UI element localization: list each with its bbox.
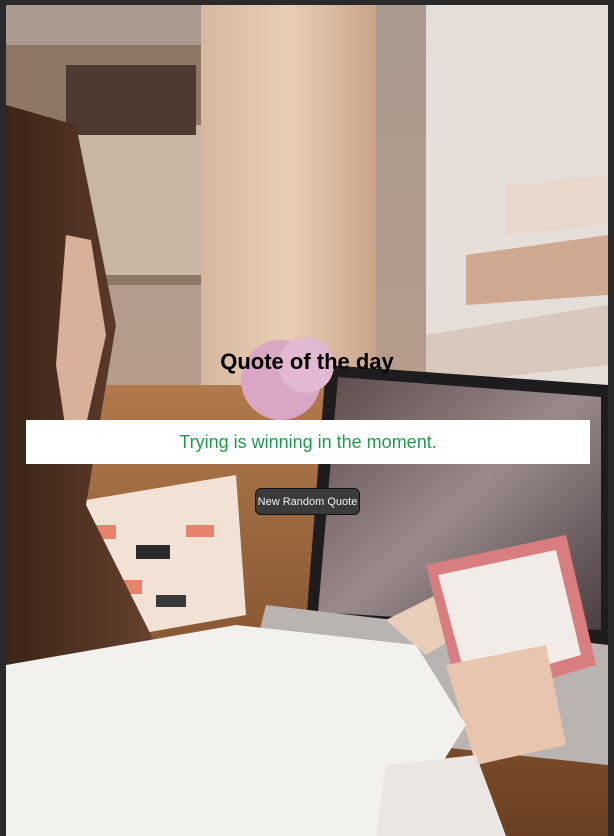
quote-box: Trying is winning in the moment. [26,420,590,464]
page-title: Quote of the day [220,349,394,374]
new-random-quote-button[interactable]: New Random Quote [255,488,360,515]
quote-text: Trying is winning in the moment. [179,431,437,452]
